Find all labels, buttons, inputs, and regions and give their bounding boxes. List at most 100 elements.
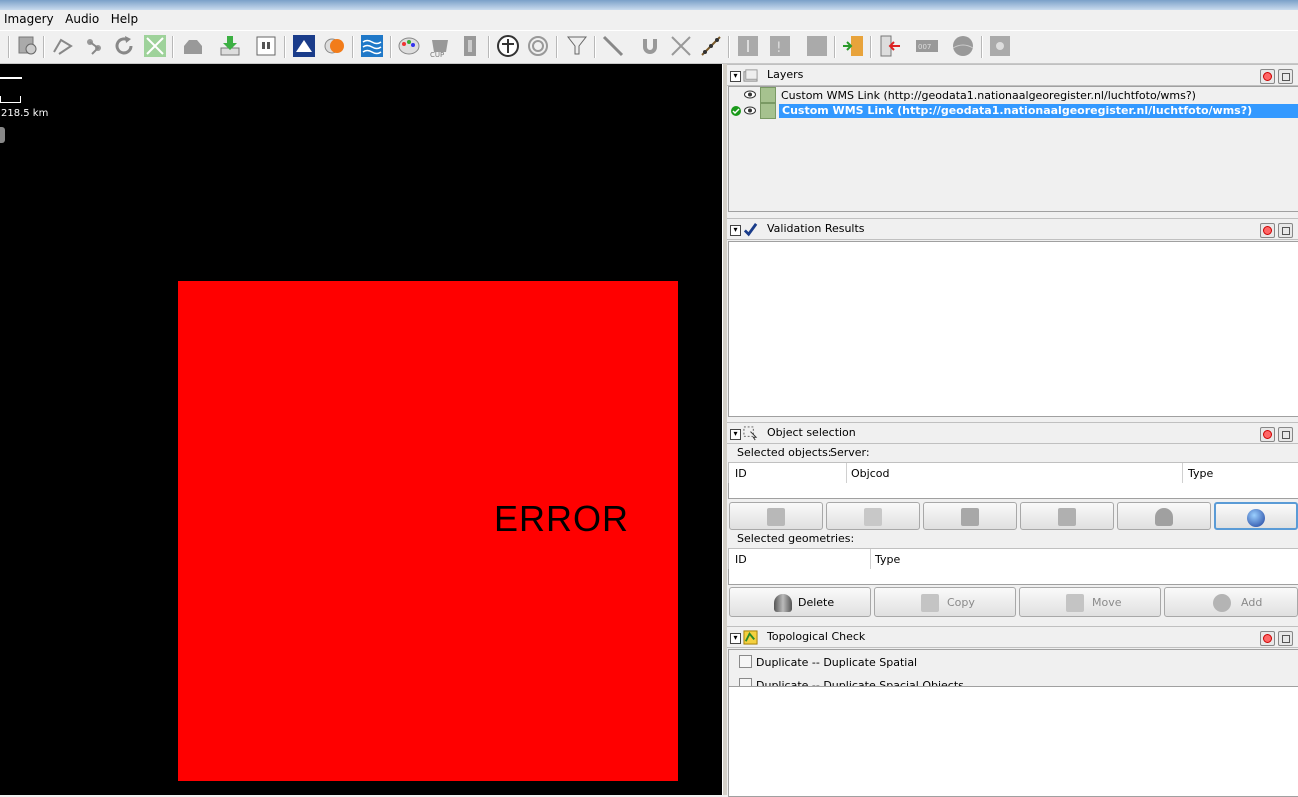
toolbar-separator [556,36,558,58]
move-icon[interactable] [143,34,167,58]
edit-object-button[interactable] [923,502,1017,530]
node-icon[interactable] [82,34,106,58]
import-icon[interactable] [878,34,902,58]
delete-button[interactable]: Delete [729,587,871,617]
collapse-toggle-icon[interactable]: ▾ [730,71,741,82]
counter-icon[interactable]: 007 [915,34,939,58]
menu-imagery[interactable]: Imagery [0,10,58,26]
warning-icon[interactable]: ! [768,34,792,58]
export-icon[interactable] [841,34,865,58]
toolbar-separator [43,36,45,58]
layer-item-selected[interactable]: Custom WMS Link (http://geodata1.nationa… [729,103,1298,119]
delete-button-label: Delete [798,596,835,609]
wms-icon[interactable] [254,34,278,58]
wireframe-icon[interactable] [51,34,75,58]
move-button-label: Move [1092,596,1122,609]
dock-panel-icon[interactable] [1278,69,1293,84]
info-icon[interactable] [458,34,482,58]
objects-table-body[interactable] [728,483,1298,499]
toolbar-separator [352,36,354,58]
scale-label: 218.5 km [1,108,49,119]
layer-item[interactable]: Custom WMS Link (http://geodata1.nationa… [729,87,1298,103]
edit-icon [961,508,979,526]
wms-layer-icon [760,103,776,119]
copy-button[interactable]: Copy [874,587,1016,617]
toolbar-separator [390,36,392,58]
scale-toggle-button[interactable] [0,127,5,143]
checkbox[interactable] [739,655,752,668]
cup-icon[interactable]: CUP [428,34,452,58]
active-check-icon [731,106,741,116]
globe-icon[interactable] [322,34,346,58]
zoom-icon[interactable] [16,34,40,58]
error-text: ERROR [494,498,630,539]
cross-icon[interactable] [669,34,693,58]
hill-icon[interactable] [951,34,975,58]
toolbar-separator [488,36,490,58]
filter-icon[interactable] [565,34,589,58]
toolbar-separator [870,36,872,58]
layers-header: ▾ Layers [727,64,1298,86]
document-object-button[interactable] [1020,502,1114,530]
menu-audio[interactable]: Audio [61,10,103,26]
column-header-id[interactable]: ID [735,467,747,480]
path-icon[interactable] [699,34,723,58]
add-button[interactable]: Add [1164,587,1298,617]
collapse-toggle-icon[interactable]: ▾ [730,429,741,440]
close-panel-icon[interactable] [1260,223,1275,238]
palette-icon[interactable] [397,34,421,58]
collapse-toggle-icon[interactable]: ▾ [730,225,741,236]
svg-text:CUP: CUP [430,51,444,58]
topological-checks-list: Duplicate -- Duplicate Spatial Duplicate… [728,649,1298,687]
move-object-button[interactable] [826,502,920,530]
checkmark-icon [743,223,758,237]
balance-icon[interactable] [496,34,520,58]
toolbar-separator [834,36,836,58]
circle-icon[interactable] [526,34,550,58]
close-panel-icon[interactable] [1260,69,1275,84]
column-header-id[interactable]: ID [735,553,747,566]
map-view[interactable]: 218.5 km ERROR [0,64,722,795]
refresh-icon[interactable] [112,34,136,58]
magnet-icon[interactable] [638,34,662,58]
check-duplicate-spatial[interactable]: Duplicate -- Duplicate Spatial [739,655,917,669]
close-panel-icon[interactable] [1260,427,1275,442]
dock-panel-icon[interactable] [1278,631,1293,646]
download-icon[interactable] [218,34,242,58]
add-button-label: Add [1241,596,1263,609]
eye-icon[interactable] [744,90,756,99]
collapse-toggle-icon[interactable]: ▾ [730,633,741,644]
layers-icon [743,69,758,82]
move-button[interactable]: Move [1019,587,1161,617]
menu-help[interactable]: Help [107,10,142,26]
database-object-button[interactable] [1117,502,1211,530]
selected-geometries-label: Selected geometries: [737,532,855,545]
topological-header: ▾ Topological Check [727,626,1298,648]
osm-icon[interactable] [292,34,316,58]
layer-name: Custom WMS Link (http://geodata1.nationa… [781,89,1196,102]
move-icon [1066,594,1084,612]
line-icon[interactable] [601,34,625,58]
info2-icon[interactable] [736,34,760,58]
water-icon[interactable] [360,34,384,58]
copy-icon [767,508,785,526]
gear-icon[interactable] [988,34,1012,58]
toolbar-separator [284,36,286,58]
upload-icon[interactable] [181,34,205,58]
dock-panel-icon[interactable] [1278,223,1293,238]
scale-bar-line [0,77,22,79]
copy-icon [921,594,939,612]
text-icon[interactable] [805,34,829,58]
validation-results-area [728,241,1298,417]
close-panel-icon[interactable] [1260,631,1275,646]
globe-object-button[interactable] [1214,502,1298,530]
column-header-objcod[interactable]: Objcod [851,467,889,480]
column-header-type[interactable]: Type [875,553,900,566]
column-header-type[interactable]: Type [1188,467,1213,480]
eye-icon[interactable] [744,106,756,115]
dock-panel-icon[interactable] [1278,427,1293,442]
copy-object-button[interactable] [729,502,823,530]
document-icon [1058,508,1076,526]
svg-text:007: 007 [918,43,931,51]
geometries-table-body[interactable] [728,569,1298,585]
